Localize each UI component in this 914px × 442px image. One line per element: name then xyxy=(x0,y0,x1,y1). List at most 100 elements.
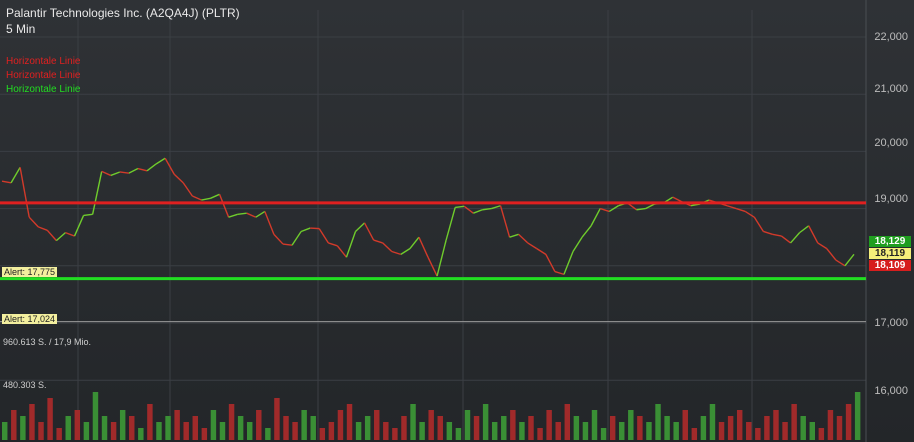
volume-bar xyxy=(274,398,280,440)
horizontal-lines xyxy=(0,201,866,323)
volume-bar xyxy=(573,416,580,440)
volume-bar xyxy=(374,410,380,440)
price-segment xyxy=(509,233,519,238)
price-segment xyxy=(91,171,103,215)
volume-bar xyxy=(519,422,525,440)
volume-bar xyxy=(201,428,208,440)
volume-bar xyxy=(246,422,253,440)
volume-bar xyxy=(746,422,752,440)
volume-bar xyxy=(20,416,26,440)
volume-bar xyxy=(564,404,571,440)
volume-bar xyxy=(29,404,35,440)
price-segment xyxy=(554,270,565,276)
legend-item-red-1[interactable]: Horizontale Linie xyxy=(6,56,81,67)
price-segment xyxy=(228,213,238,218)
volume-bar xyxy=(646,422,652,440)
volume-bar xyxy=(83,422,90,440)
price-segment xyxy=(781,235,791,244)
grid xyxy=(0,0,867,442)
alert-label-1[interactable]: Alert: 17,775 xyxy=(2,267,58,277)
price-segment xyxy=(282,243,293,246)
price-segment xyxy=(545,254,556,272)
price-segment xyxy=(55,232,66,242)
price-segment xyxy=(645,203,655,210)
price-segment xyxy=(38,226,48,231)
price-segment xyxy=(83,213,93,217)
price-segment xyxy=(291,231,302,246)
volume-bar xyxy=(455,428,462,440)
price-segment xyxy=(273,233,284,245)
volume-bar xyxy=(410,404,416,440)
price-segment xyxy=(409,236,420,250)
volume-bar xyxy=(501,416,507,440)
price-segment xyxy=(826,248,837,261)
volume-bar xyxy=(546,410,552,440)
volume-bar xyxy=(310,416,316,440)
price-segment xyxy=(835,259,846,267)
price-segment xyxy=(563,251,574,275)
volume-bar xyxy=(11,410,17,440)
volume-bar xyxy=(119,410,126,440)
chart-canvas[interactable] xyxy=(0,0,914,442)
volume-bar xyxy=(38,422,44,440)
price-badge-last: 18,119 xyxy=(869,248,911,259)
price-segment xyxy=(210,193,220,199)
price-badge-low: 18,109 xyxy=(869,260,911,271)
volume-bar xyxy=(219,422,226,440)
volume-bar xyxy=(183,422,189,440)
price-badge-high: 18,129 xyxy=(869,236,911,247)
volume-bar xyxy=(346,404,353,440)
volume-bar xyxy=(809,422,816,440)
price-segment xyxy=(28,216,39,228)
price-segment xyxy=(182,182,193,197)
alert-label-2[interactable]: Alert: 17,024 xyxy=(2,314,58,324)
legend-item-red-2[interactable]: Horizontale Linie xyxy=(6,70,81,81)
volume-bar xyxy=(673,422,679,440)
price-segment xyxy=(499,205,511,238)
price-segment xyxy=(19,167,30,218)
legend-item-green[interactable]: Horizontale Linie xyxy=(6,84,81,95)
volume-bar xyxy=(727,416,734,440)
volume-label-mid: 480.303 S. xyxy=(3,380,47,390)
price-segment xyxy=(246,212,257,218)
volume-bar xyxy=(718,422,725,440)
price-segment xyxy=(473,209,483,214)
price-segment xyxy=(345,231,357,258)
volume-bar xyxy=(328,422,335,440)
volume-bar xyxy=(709,404,716,440)
price-segment xyxy=(173,173,184,184)
volume-bar xyxy=(147,404,153,440)
price-segment xyxy=(10,167,21,184)
volume-bar xyxy=(836,416,843,440)
chart-root: Palantir Technologies Inc. (A2QA4J) (PLT… xyxy=(0,0,914,442)
price-segment xyxy=(744,210,755,218)
volume-bar xyxy=(101,416,108,440)
price-segment xyxy=(192,195,202,201)
volume-bar xyxy=(92,392,99,440)
price-segment xyxy=(146,163,157,172)
price-segment xyxy=(101,170,112,177)
price-segment xyxy=(518,233,529,244)
price-segment xyxy=(753,216,764,232)
price-segment xyxy=(137,167,148,172)
price-segment xyxy=(799,225,810,234)
volume-bar xyxy=(764,416,770,440)
volume-bar xyxy=(655,404,661,440)
price-segment xyxy=(155,157,166,165)
volume-bar xyxy=(473,416,480,440)
price-segment xyxy=(808,225,819,244)
price-segment xyxy=(65,231,75,237)
price-segment xyxy=(391,250,402,256)
volume-bar xyxy=(174,410,180,440)
volume-bar xyxy=(283,416,289,440)
volume-bar xyxy=(491,422,498,440)
price-segment xyxy=(427,256,438,277)
volume-bar xyxy=(2,422,8,440)
volume-bar xyxy=(537,428,543,440)
y-tick-17000: 17,000 xyxy=(874,317,908,329)
volume-bar xyxy=(628,410,634,440)
volume-bar xyxy=(482,404,489,440)
price-segment xyxy=(382,242,393,253)
volume-bar xyxy=(228,404,235,440)
volume-bar xyxy=(256,410,262,440)
